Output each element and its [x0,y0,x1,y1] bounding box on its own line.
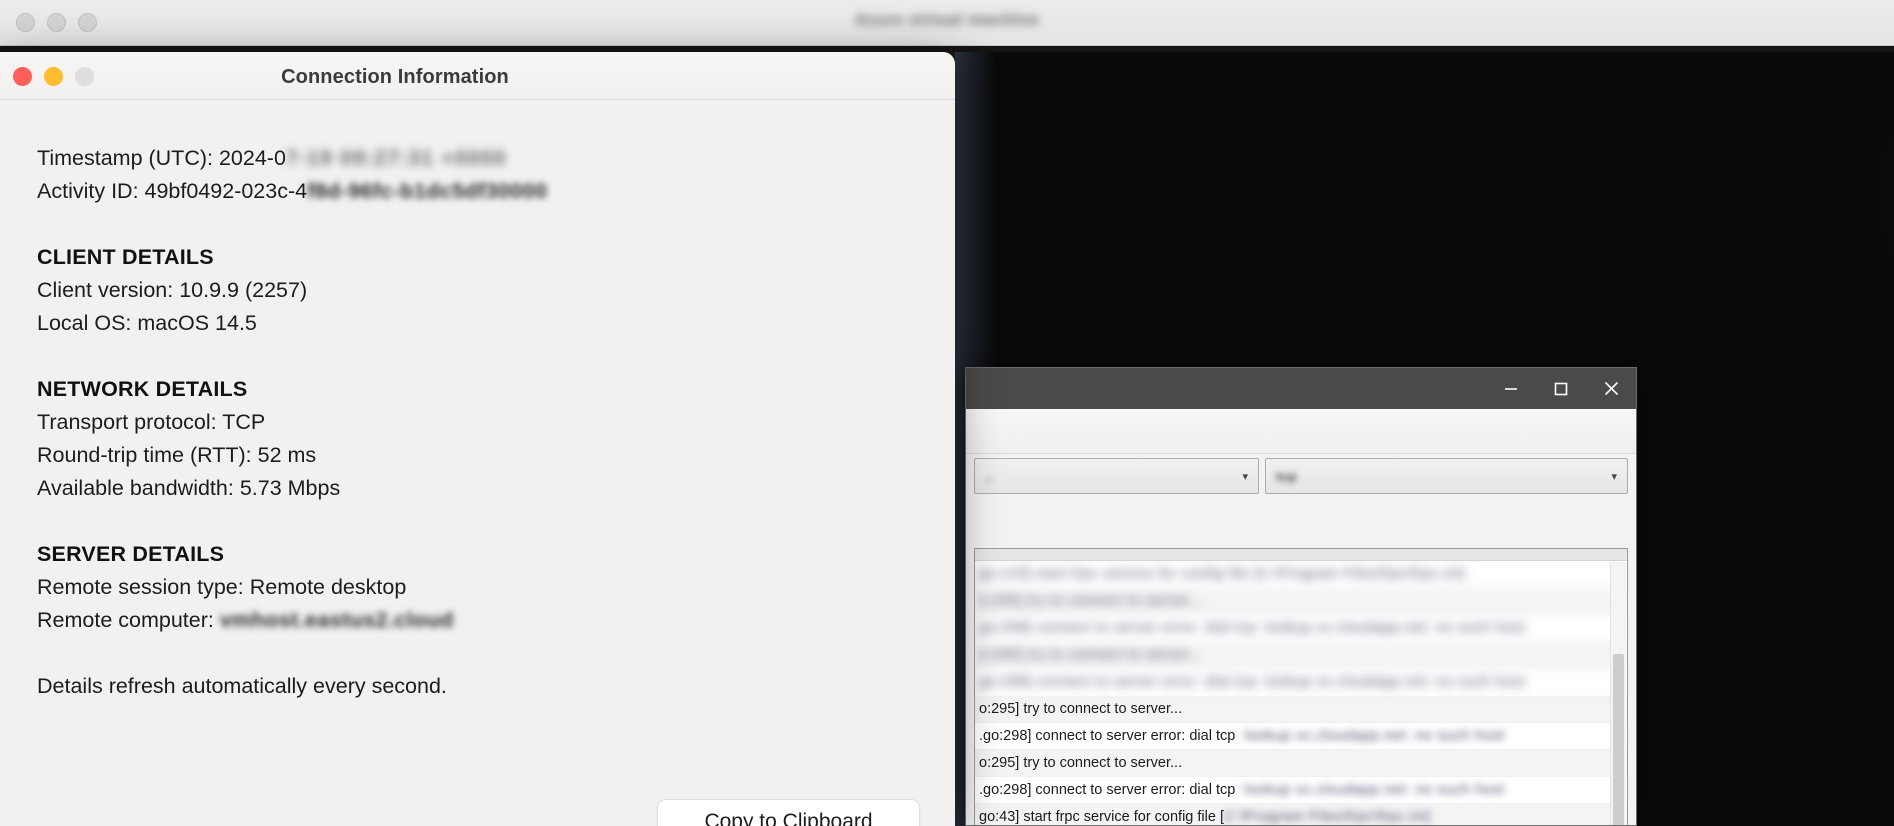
log-row-text: o:295] try to connect to server... [979,755,1183,771]
log-protocol-value: tcp [1276,468,1297,484]
close-icon[interactable] [1586,368,1636,409]
timestamp-label: Timestamp (UTC): [37,146,219,170]
activity-id-line: Activity ID: 49bf0492-023c-4f8d-96fc-b1d… [37,175,955,208]
server-details-heading: SERVER DETAILS [37,542,225,566]
log-window-titlebar[interactable] [966,368,1636,409]
log-rows-container: go:123] start frpc service for config fi… [975,561,1627,825]
nail-shape [1636,143,1674,189]
log-protocol-combobox[interactable]: tcp ▾ [1265,458,1628,494]
local-os-label: Local OS: [37,311,138,335]
timestamp-line: Timestamp (UTC): 2024-07-19 09:27:31 +00… [37,142,955,175]
log-row-redacted: go:298] connect to server error: dial tc… [979,674,1526,690]
rtt-value: 52 ms [257,443,317,467]
bandwidth-label: Available bandwidth: [37,476,240,500]
network-details-heading: NETWORK DETAILS [37,377,248,401]
log-row[interactable]: go:43] start frpc service for config fil… [975,804,1627,825]
log-row-text: go:43] start frpc service for config fil… [979,809,1224,825]
client-version-value: 10.9.9 (2257) [179,278,308,302]
log-row-redacted: : lookup xx.cloudapp.net: no such host [1235,728,1505,744]
log-row[interactable]: go:298] connect to server error: dial tc… [975,615,1627,642]
activity-id-value: 49bf0492-023c-4 [144,179,308,203]
page-title: Connection Information [281,66,509,88]
background-window-title: Azure virtual machine [854,10,1040,29]
log-row-redacted: o:295] try to connect to server... [979,593,1203,609]
connection-information-dialog[interactable]: Connection Information Timestamp (UTC): … [0,52,955,826]
minimize-icon[interactable] [1486,368,1536,409]
timestamp-value: 2024-0 [218,146,286,170]
log-list-header [975,549,1627,561]
log-row[interactable]: go:123] start frpc service for config fi… [975,561,1627,588]
chevron-down-icon: ▾ [1611,470,1617,483]
remote-computer-redacted: vmhost.eastus2.cloud [219,608,454,632]
log-row-redacted: o:295] try to connect to server... [979,647,1203,663]
activity-id-label: Activity ID: [37,179,145,203]
rtt-label: Round-trip time (RTT): [37,443,258,467]
dialog-titlebar[interactable]: Connection Information [0,52,955,100]
chevron-down-icon: ▾ [1242,470,1248,483]
nail-shape [1647,203,1689,261]
client-version-line: Client version: 10.9.9 (2257) [37,274,955,307]
log-entry-list[interactable]: go:123] start frpc service for config fi… [974,548,1628,825]
client-details-heading: CLIENT DETAILS [37,245,214,269]
log-filter-combobox[interactable]: .. ▾ [974,458,1259,494]
nail-shape [1764,194,1794,254]
client-version-label: Client version: [37,278,180,302]
log-row-redacted: go:298] connect to server error: dial tc… [979,620,1526,636]
log-filter-value: .. [985,468,994,484]
remote-session-type-line: Remote session type: Remote desktop [37,571,955,604]
dialog-body: Timestamp (UTC): 2024-07-19 09:27:31 +00… [0,100,955,826]
transport-protocol-label: Transport protocol: [37,410,223,434]
log-row-text: .go:298] connect to server error: dial t… [979,782,1236,798]
refresh-note: Details refresh automatically every seco… [37,674,447,698]
log-row-redacted: : lookup xx.cloudapp.net: no such host [1235,782,1505,798]
log-window-controls: .. ▾ tcp ▾ [966,454,1636,500]
frpc-log-window[interactable]: .. ▾ tcp ▾ go:123] start frpc service fo… [965,367,1637,826]
activity-id-redacted: f8d-96fc-b1dc5df30000 [307,179,548,203]
log-row[interactable]: o:295] try to connect to server... [975,696,1627,723]
log-vertical-scrollbar[interactable] [1610,562,1626,825]
local-os-value: macOS 14.5 [137,311,257,335]
remote-session-type-label: Remote session type: [37,575,250,599]
scrollbar-thumb[interactable] [1613,654,1624,825]
rtt-line: Round-trip time (RTT): 52 ms [37,439,955,472]
maximize-icon[interactable] [1536,368,1586,409]
transport-protocol-value: TCP [222,410,266,434]
bandwidth-line: Available bandwidth: 5.73 Mbps [37,472,955,505]
log-row-text: o:295] try to connect to server... [979,701,1183,717]
log-window-toolbar [966,409,1636,454]
remote-session-type-value: Remote desktop [249,575,407,599]
log-row[interactable]: o:295] try to connect to server... [975,588,1627,615]
copy-to-clipboard-button[interactable]: Copy to Clipboard [657,799,920,826]
transport-protocol-line: Transport protocol: TCP [37,406,955,439]
log-row[interactable]: o:295] try to connect to server... [975,642,1627,669]
log-row-redacted: C:\Program Files\frpc\frpc.ini] [1224,809,1431,825]
log-row[interactable]: go:298] connect to server error: dial tc… [975,669,1627,696]
log-row[interactable]: .go:298] connect to server error: dial t… [975,777,1627,804]
log-row-redacted: go:123] start frpc service for config fi… [979,566,1465,582]
background-window-titlebar[interactable]: Azure virtual machine [0,0,1894,46]
log-row-text: .go:298] connect to server error: dial t… [979,728,1236,744]
log-row[interactable]: o:295] try to connect to server... [975,750,1627,777]
remote-computer-line: Remote computer: vmhost.eastus2.cloud [37,604,955,637]
log-row[interactable]: .go:298] connect to server error: dial t… [975,723,1627,750]
nail-shape [1709,234,1746,296]
local-os-line: Local OS: macOS 14.5 [37,307,955,340]
bandwidth-value: 5.73 Mbps [239,476,341,500]
remote-computer-label: Remote computer: [37,608,220,632]
timestamp-redacted: 7-19 09:27:31 +0000 [285,146,507,170]
